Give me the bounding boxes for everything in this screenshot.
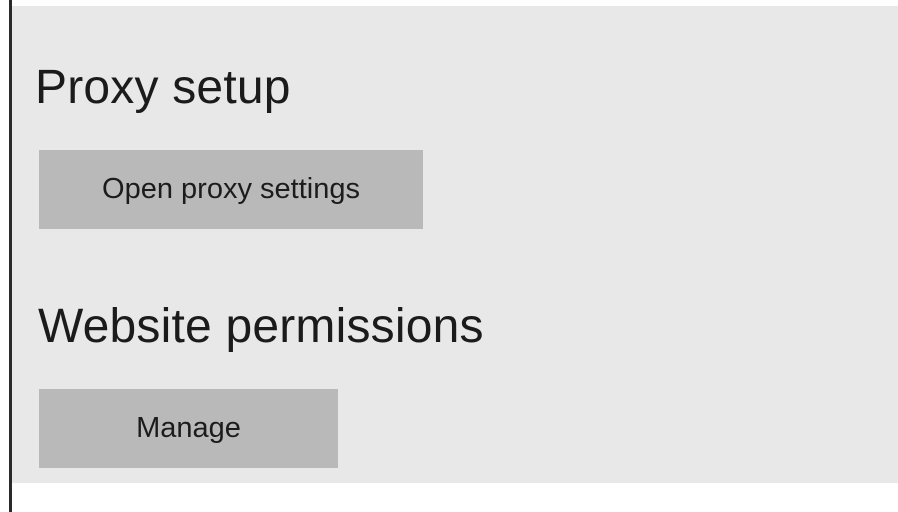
website-permissions-heading: Website permissions [38,300,484,353]
manage-permissions-button[interactable]: Manage [39,389,338,468]
settings-window: Proxy setup Open proxy settings Website … [0,0,898,512]
proxy-setup-heading: Proxy setup [35,61,291,114]
open-proxy-settings-button[interactable]: Open proxy settings [39,150,423,229]
settings-panel: Proxy setup Open proxy settings Website … [12,6,898,483]
